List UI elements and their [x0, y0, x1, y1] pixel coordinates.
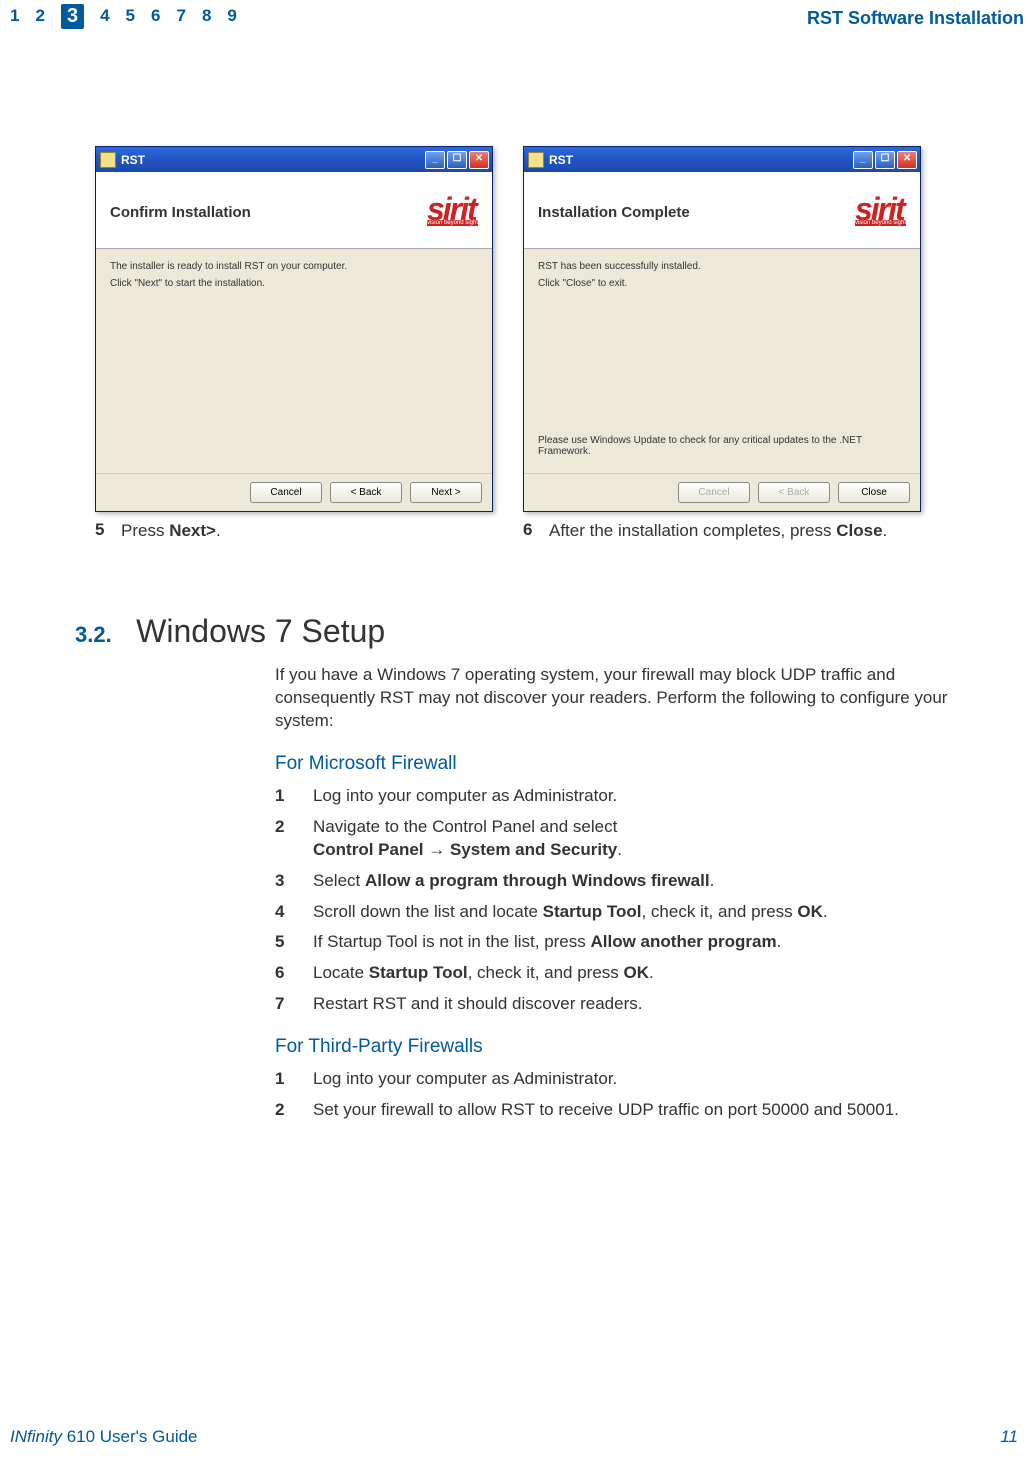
maximize-icon[interactable]: ☐	[447, 151, 467, 169]
list-item: 2 Set your firewall to allow RST to recei…	[275, 1099, 995, 1122]
subheading-thirdparty-firewalls: For Third-Party Firewalls	[275, 1036, 995, 1058]
list-item: 4 Scroll down the list and locate Startup…	[275, 901, 995, 924]
list-text: Locate Startup Tool, check it, and press…	[313, 962, 654, 985]
list-text: Log into your computer as Administrator.	[313, 1068, 617, 1091]
dialog-note: Please use Windows Update to check for a…	[538, 435, 906, 457]
chapter-1: 1	[10, 6, 19, 31]
footer-left: INfinity 610 User's Guide	[10, 1427, 198, 1447]
chapter-3-current: 3	[61, 4, 84, 29]
page-number: 11	[1000, 1427, 1018, 1447]
titlebar: RST _ ☐ ✕	[524, 147, 920, 172]
list-number: 3	[275, 870, 289, 893]
list-text: Log into your computer as Administrator.	[313, 785, 617, 808]
list-item: 1 Log into your computer as Administrator…	[275, 1068, 995, 1091]
list-item: 1 Log into your computer as Administrator…	[275, 785, 995, 808]
section-number: 3.2.	[75, 622, 112, 648]
list-number: 1	[275, 785, 289, 808]
close-icon[interactable]: ✕	[469, 151, 489, 169]
sirit-logo: sirit vision beyond sight	[427, 198, 478, 227]
chapter-7: 7	[176, 6, 185, 31]
list-number: 2	[275, 816, 289, 862]
installer-dialog-complete: RST _ ☐ ✕ Installation Complete sirit vi…	[523, 146, 921, 512]
chapter-4: 4	[100, 6, 109, 31]
list-number: 2	[275, 1099, 289, 1122]
chapter-nav: 1 2 3 4 5 6 7 8 9	[10, 6, 237, 31]
chapter-5: 5	[126, 6, 135, 31]
dialog-heading: Installation Complete	[538, 204, 690, 221]
next-button[interactable]: Next >	[410, 482, 482, 503]
list-number: 4	[275, 901, 289, 924]
dialog-text-1: RST has been successfully installed.	[538, 261, 906, 272]
cancel-button[interactable]: Cancel	[250, 482, 322, 503]
section-intro: If you have a Windows 7 operating system…	[275, 664, 995, 733]
list-item: 3 Select Allow a program through Windows …	[275, 870, 995, 893]
close-button[interactable]: Close	[838, 482, 910, 503]
chapter-9: 9	[227, 6, 236, 31]
list-item: 6 Locate Startup Tool, check it, and pres…	[275, 962, 995, 985]
minimize-icon[interactable]: _	[853, 151, 873, 169]
back-button: < Back	[758, 482, 830, 503]
app-icon	[100, 152, 116, 168]
window-title: RST	[549, 153, 573, 167]
page-header: 1 2 3 4 5 6 7 8 9 RST Software Installat…	[0, 0, 1034, 31]
page-footer: INfinity 610 User's Guide 11	[4, 1427, 1024, 1447]
dialog-text-2: Click "Next" to start the installation.	[110, 278, 478, 289]
list-text: Select Allow a program through Windows f…	[313, 870, 714, 893]
section-title: Windows 7 Setup	[136, 613, 385, 650]
minimize-icon[interactable]: _	[425, 151, 445, 169]
list-number: 1	[275, 1068, 289, 1091]
titlebar: RST _ ☐ ✕	[96, 147, 492, 172]
step-caption-6: 6 After the installation completes, pres…	[523, 520, 921, 543]
chapter-2: 2	[35, 6, 44, 31]
step-caption-5: 5 Press Next>.	[95, 520, 493, 543]
dialog-text-1: The installer is ready to install RST on…	[110, 261, 478, 272]
list-item: 7 Restart RST and it should discover read…	[275, 993, 995, 1016]
list-text: Set your firewall to allow RST to receiv…	[313, 1099, 899, 1122]
chapter-8: 8	[202, 6, 211, 31]
list-text: Restart RST and it should discover reade…	[313, 993, 642, 1016]
list-microsoft-firewall: 1 Log into your computer as Administrator…	[275, 785, 995, 1017]
app-icon	[528, 152, 544, 168]
sirit-logo: sirit vision beyond sight	[855, 198, 906, 227]
list-text: Navigate to the Control Panel and select…	[313, 816, 622, 862]
dialog-text-2: Click "Close" to exit.	[538, 278, 906, 289]
list-number: 7	[275, 993, 289, 1016]
list-item: 5 If Startup Tool is not in the list, pre…	[275, 931, 995, 954]
list-thirdparty-firewalls: 1 Log into your computer as Administrator…	[275, 1068, 995, 1122]
list-number: 6	[275, 962, 289, 985]
window-title: RST	[121, 153, 145, 167]
list-text: Scroll down the list and locate Startup …	[313, 901, 828, 924]
list-number: 5	[275, 931, 289, 954]
subheading-microsoft-firewall: For Microsoft Firewall	[275, 753, 995, 775]
close-icon[interactable]: ✕	[897, 151, 917, 169]
cancel-button: Cancel	[678, 482, 750, 503]
list-item: 2 Navigate to the Control Panel and selec…	[275, 816, 995, 862]
maximize-icon[interactable]: ☐	[875, 151, 895, 169]
dialog-heading: Confirm Installation	[110, 204, 251, 221]
list-text: If Startup Tool is not in the list, pres…	[313, 931, 781, 954]
chapter-6: 6	[151, 6, 160, 31]
document-title: RST Software Installation	[807, 8, 1024, 29]
back-button[interactable]: < Back	[330, 482, 402, 503]
installer-dialog-confirm: RST _ ☐ ✕ Confirm Installation sirit vis…	[95, 146, 493, 512]
